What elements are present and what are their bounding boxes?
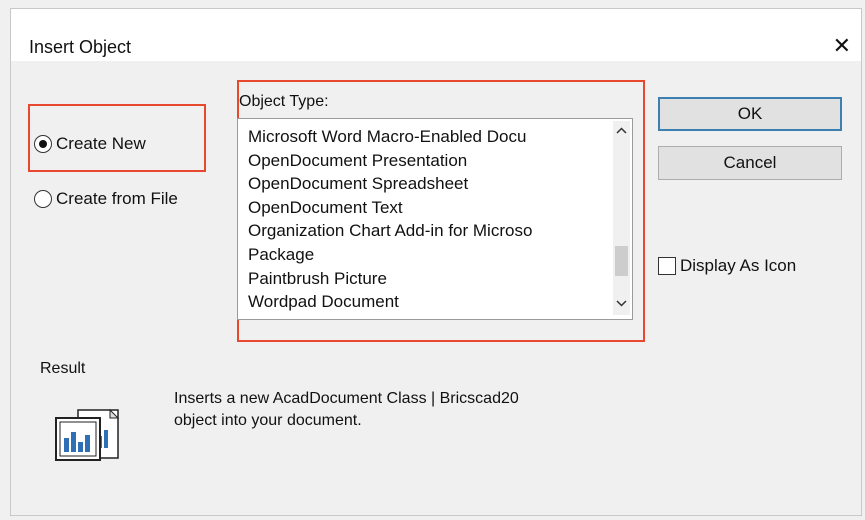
display-as-icon-checkbox[interactable]: Display As Icon xyxy=(658,256,796,276)
chevron-up-icon[interactable] xyxy=(613,123,630,140)
result-text-line: object into your document. xyxy=(174,412,362,429)
list-item[interactable]: Wordpad Document xyxy=(248,290,588,314)
radio-unselected-icon[interactable] xyxy=(34,190,52,208)
object-type-list: Microsoft Word Macro-Enabled Docu OpenDo… xyxy=(248,125,588,314)
list-scrollbar[interactable] xyxy=(613,121,630,315)
dialog-title: Insert Object xyxy=(29,37,132,57)
document-chart-icon xyxy=(48,404,144,476)
display-as-icon-label: Display As Icon xyxy=(680,256,797,275)
ok-button[interactable]: OK xyxy=(658,97,842,131)
create-from-file-label: Create from File xyxy=(56,189,178,208)
list-item[interactable]: Organization Chart Add-in for Microso xyxy=(248,219,588,243)
object-type-label: Object Type: xyxy=(239,93,329,110)
cancel-button[interactable]: Cancel xyxy=(658,146,842,180)
list-item[interactable]: OpenDocument Text xyxy=(248,196,588,220)
create-new-label: Create New xyxy=(56,134,146,153)
create-new-radio[interactable]: Create New xyxy=(34,134,146,154)
result-text-line: Inserts a new AcadDocument Class | Brics… xyxy=(174,390,519,407)
list-item[interactable]: Package xyxy=(248,243,588,267)
list-item[interactable]: OpenDocument Spreadsheet xyxy=(248,172,588,196)
result-label: Result xyxy=(40,360,86,377)
close-icon[interactable]: ✕ xyxy=(833,35,851,57)
scrollbar-thumb[interactable] xyxy=(615,245,628,276)
create-from-file-radio[interactable]: Create from File xyxy=(34,189,178,209)
list-item[interactable]: Paintbrush Picture xyxy=(248,267,588,291)
list-item[interactable]: Microsoft Word Macro-Enabled Docu xyxy=(248,125,588,149)
list-item[interactable]: OpenDocument Presentation xyxy=(248,149,588,173)
chevron-down-icon[interactable] xyxy=(613,296,630,313)
title-bar: Insert Object ✕ xyxy=(11,9,861,61)
checkbox-unchecked-icon[interactable] xyxy=(658,257,676,275)
radio-selected-icon[interactable] xyxy=(34,135,52,153)
object-type-listbox[interactable]: Microsoft Word Macro-Enabled Docu OpenDo… xyxy=(237,118,633,320)
result-description: Inserts a new AcadDocument Class | Brics… xyxy=(174,388,644,432)
